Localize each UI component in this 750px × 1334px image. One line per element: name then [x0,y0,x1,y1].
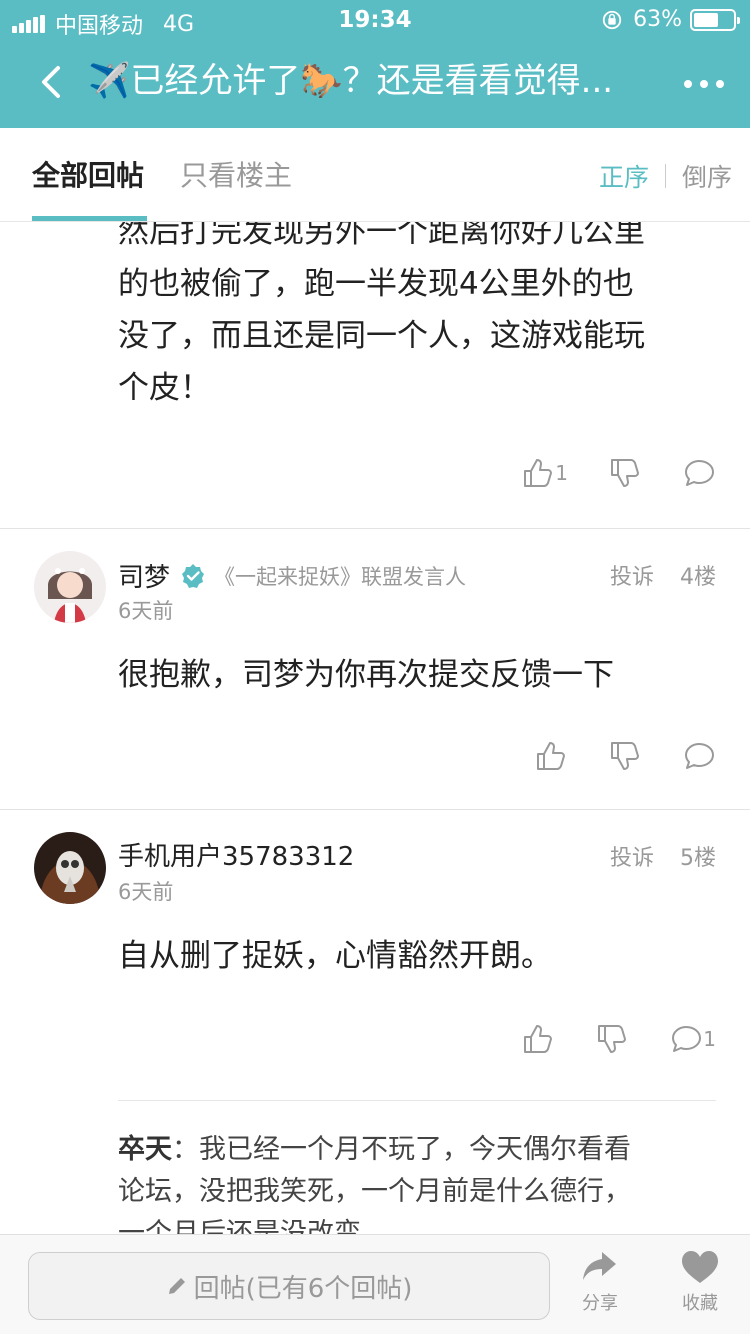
like-button[interactable]: 1 [521,456,568,490]
username[interactable]: 手机用户35783312 [118,836,354,873]
comment-button[interactable]: 1 [669,1022,716,1056]
floor-5-text: 自从删了捉妖，心情豁然开朗。 [118,938,552,974]
floor-5-actions: 1 [481,1022,716,1056]
floor-4: 司梦 《一起来捉妖》联盟发言人 6天前 投诉 4楼 很抱歉，司梦为你再次提交反馈… [0,529,750,809]
sort-ascending-button[interactable]: 正序 [599,158,649,194]
thumbs-up-icon [524,1025,553,1053]
more-dots-icon[interactable] [684,64,724,104]
avatar[interactable] [34,832,106,904]
username[interactable]: 司梦 [118,557,170,594]
thumbs-up-icon [524,459,553,487]
tab-all-replies[interactable]: 全部回帖 [32,156,144,196]
reply-placeholder: 回帖(已有6个回帖) [193,1273,413,1304]
comment-bubble-icon [685,743,714,769]
post-time: 6天前 [118,880,174,904]
floor-5: 手机用户35783312 6天前 投诉 5楼 自从删了捉妖，心情豁然开朗。 1 … [0,810,750,1234]
user-title: 《一起来捉妖》联盟发言人 [214,564,467,589]
dislike-button[interactable] [608,456,642,490]
comment-count: 1 [703,1027,716,1051]
share-button[interactable]: 分享 [565,1249,635,1315]
status-right: 63% [601,7,740,32]
floor-4-actions [494,739,716,773]
text-line: 然后打完发现另外一个距离你好几公里 [118,222,645,250]
floor-5-meta: 投诉 5楼 [610,840,716,872]
dislike-button[interactable] [608,739,642,773]
comment-button[interactable] [682,456,716,490]
sort-toggle: 正序 倒序 [599,158,732,194]
sub-reply-user[interactable]: 卒天 [118,1134,172,1165]
avatar[interactable] [34,551,106,623]
replies-list[interactable]: 然后打完发现另外一个距离你好几公里 的也被偷了，跑一半发现4公里外的也 没了，而… [0,222,750,1234]
pencil-icon [168,1278,185,1294]
bottom-bar: 回帖(已有6个回帖) 分享 收藏 [0,1234,750,1334]
thumbs-down-icon [611,742,639,770]
floor-4-user: 司梦 《一起来捉妖》联盟发言人 [118,557,466,594]
sort-divider [664,164,666,188]
sub-reply[interactable]: 卒天：我已经一个月不玩了，今天偶尔看看 论坛，没把我笑死，一个月前是什么德行， … [118,1100,716,1234]
floor-5-user: 手机用户35783312 [118,836,354,873]
active-tab-indicator [32,216,147,221]
text-line: 的也被偷了，跑一半发现4公里外的也 [118,266,634,302]
verified-badge-icon [182,563,205,588]
rotation-lock-icon [602,10,622,29]
floor-3: 然后打完发现另外一个距离你好几公里 的也被偷了，跑一半发现4公里外的也 没了，而… [0,222,750,528]
comment-button[interactable] [682,739,716,773]
floor-number: 5楼 [680,846,716,871]
report-button[interactable]: 投诉 [610,840,654,872]
text-line: 没了，而且还是同一个人，这游戏能玩 [118,318,645,354]
avatar-image [34,551,106,623]
floor-3-text: 然后打完发现另外一个距离你好几公里 的也被偷了，跑一半发现4公里外的也 没了，而… [118,222,718,414]
share-arrow-icon [583,1252,616,1280]
avatar-image [34,832,106,904]
page-title: ✈️已经允许了🐎？还是看看觉得... [88,61,614,101]
dislike-button[interactable] [595,1022,629,1056]
like-button[interactable] [521,1022,555,1056]
floor-4-meta: 投诉 4楼 [610,559,716,591]
battery-percent: 63% [633,7,682,32]
status-bar: 中国移动 4G 19:34 63% [0,0,750,40]
floor-4-text: 很抱歉，司梦为你再次提交反馈一下 [118,657,614,693]
like-button[interactable] [534,739,568,773]
sub-reply-text: 卒天：我已经一个月不玩了，今天偶尔看看 论坛，没把我笑死，一个月前是什么德行， … [118,1129,716,1234]
text-line: 论坛，没把我笑死，一个月前是什么德行， [118,1176,631,1207]
text-line: 一个月后还是没改变...... [118,1218,413,1234]
like-count: 1 [555,461,568,485]
tab-owner-only[interactable]: 只看楼主 [180,156,292,196]
floor-3-actions: 1 [481,456,716,490]
sub-reply-separator: ： [172,1134,199,1165]
post-time: 6天前 [118,599,174,623]
favorite-button[interactable]: 收藏 [665,1249,735,1315]
share-label: 分享 [582,1293,618,1314]
comment-bubble-icon [685,460,714,486]
favorite-label: 收藏 [682,1293,718,1314]
report-button[interactable]: 投诉 [610,559,654,591]
text-line: 个皮！ [118,370,211,406]
battery-fill [694,12,718,27]
heart-icon [682,1251,718,1283]
thumbs-up-icon [537,742,565,770]
sort-descending-button[interactable]: 倒序 [682,158,732,194]
reply-input[interactable]: 回帖(已有6个回帖) [28,1252,550,1320]
app-header: 中国移动 4G 19:34 63% ✈️已经允许了🐎？还是看看觉得... [0,0,750,128]
nav-bar: ✈️已经允许了🐎？还是看看觉得... [0,40,750,128]
thumbs-down-icon [598,1025,627,1053]
reply-tabs: 全部回帖 只看楼主 正序 倒序 [0,128,750,222]
comment-bubble-icon [672,1026,702,1052]
thumbs-down-icon [611,459,639,487]
text-line: 我已经一个月不玩了，今天偶尔看看 [199,1134,631,1165]
battery-icon [690,8,740,31]
chevron-left-icon[interactable] [30,60,74,104]
floor-number: 4楼 [680,565,716,590]
